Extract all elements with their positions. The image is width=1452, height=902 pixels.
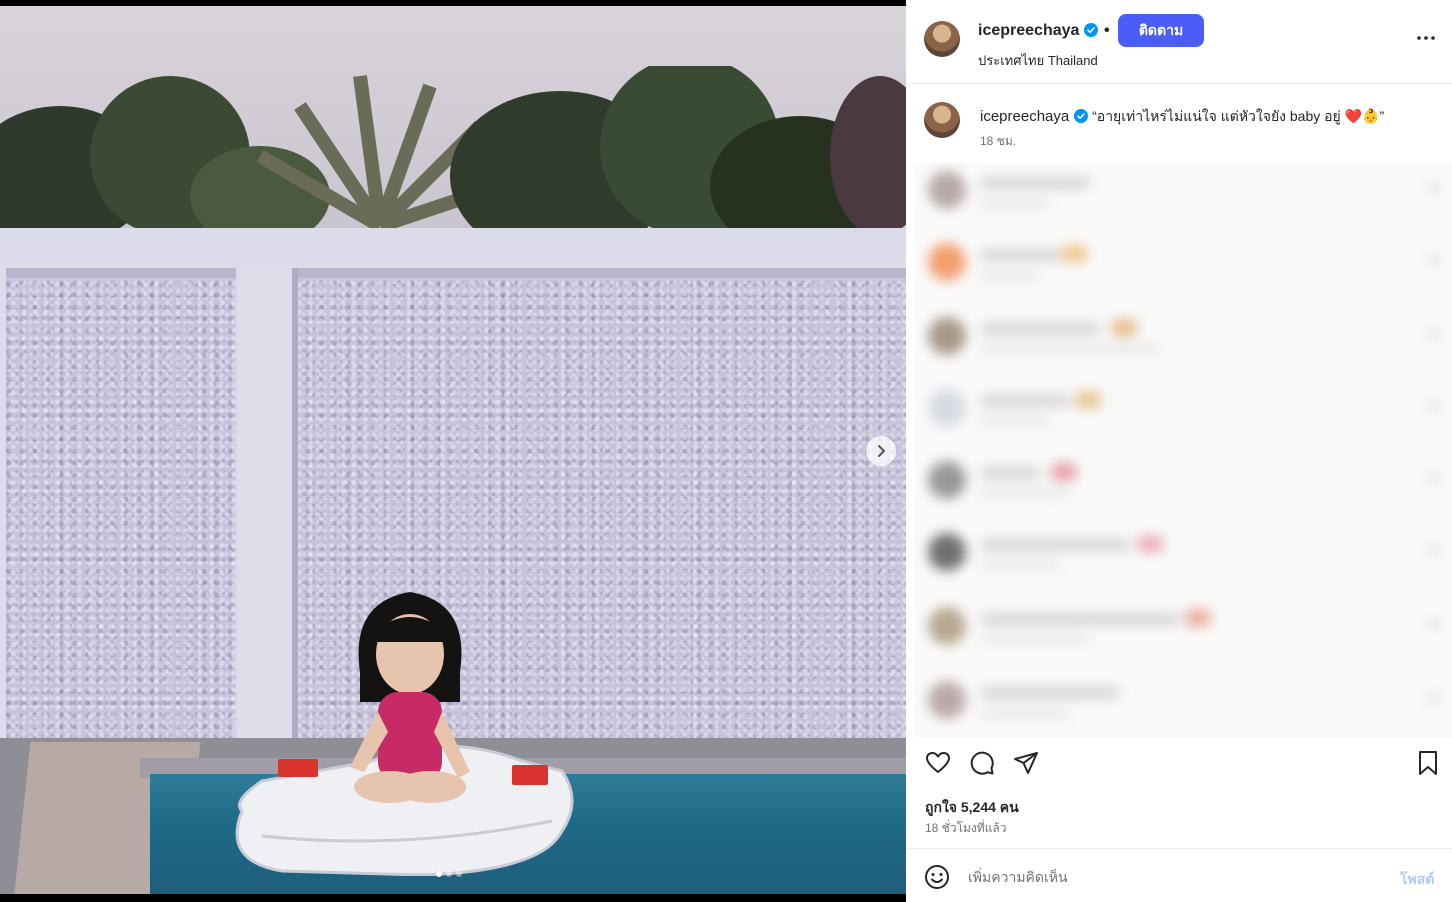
- carousel-dot-active: [436, 871, 442, 877]
- photo-child: [350, 592, 470, 803]
- list-item: [914, 673, 1452, 733]
- list-item: [914, 381, 1452, 441]
- caption-username[interactable]: icepreechaya: [980, 108, 1069, 125]
- avatar[interactable]: [924, 21, 960, 57]
- carousel-dot: [456, 871, 462, 877]
- header-username-wrap[interactable]: icepreechaya: [978, 22, 1099, 40]
- list-item: [914, 309, 1452, 369]
- post-caption: icepreechaya “อายุเท่าไหร่ไม่แน่ใจ แต่หั…: [906, 84, 1452, 160]
- verified-badge-icon: [1084, 23, 1099, 37]
- post-photo: [0, 6, 906, 894]
- share-icon[interactable]: [1012, 749, 1040, 777]
- list-item: [914, 525, 1452, 585]
- header-separator: •: [1104, 22, 1110, 39]
- carousel-indicator: [436, 871, 462, 877]
- list-item: [914, 235, 1452, 295]
- more-options-icon[interactable]: [1414, 26, 1438, 50]
- caption-time: 18 ชม.: [980, 134, 1017, 148]
- comments-list: [914, 163, 1452, 737]
- post-media[interactable]: [0, 0, 906, 902]
- heart-icon[interactable]: [924, 749, 952, 777]
- photo-pillar: [236, 268, 298, 758]
- bookmark-icon[interactable]: [1414, 749, 1442, 777]
- action-bar: [906, 737, 1452, 789]
- next-image-button[interactable]: [866, 436, 896, 466]
- post-sidebar: icepreechaya • ติดตาม ประเทศไทย Thailand…: [906, 0, 1452, 902]
- caption-line: icepreechaya “อายุเท่าไหร่ไม่แน่ใจ แต่หั…: [980, 106, 1384, 128]
- post-header: icepreechaya • ติดตาม ประเทศไทย Thailand: [906, 0, 1452, 84]
- caption-text: “อายุเท่าไหร่ไม่แน่ใจ แต่หัวใจยัง baby อ…: [1092, 108, 1385, 124]
- header-username[interactable]: icepreechaya: [978, 22, 1079, 39]
- list-item: [914, 599, 1452, 659]
- carousel-dot: [446, 871, 452, 877]
- list-item: [914, 453, 1452, 513]
- comment-composer: โพสต์: [906, 848, 1452, 902]
- comment-input[interactable]: [968, 863, 1378, 891]
- post-timestamp[interactable]: 18 ชั่วโมงที่แล้ว: [925, 819, 1007, 838]
- likes-count[interactable]: ถูกใจ 5,244 คน: [925, 797, 1019, 819]
- emoji-icon[interactable]: [924, 864, 950, 890]
- chevron-right-icon: [878, 445, 885, 457]
- list-item: [914, 163, 1452, 223]
- follow-button[interactable]: ติดตาม: [1118, 14, 1204, 47]
- post-comment-button[interactable]: โพสต์: [1400, 869, 1434, 891]
- verified-badge-icon: [1074, 109, 1089, 123]
- post-location[interactable]: ประเทศไทย Thailand: [978, 50, 1098, 71]
- avatar[interactable]: [924, 102, 960, 138]
- comment-icon[interactable]: [968, 749, 996, 777]
